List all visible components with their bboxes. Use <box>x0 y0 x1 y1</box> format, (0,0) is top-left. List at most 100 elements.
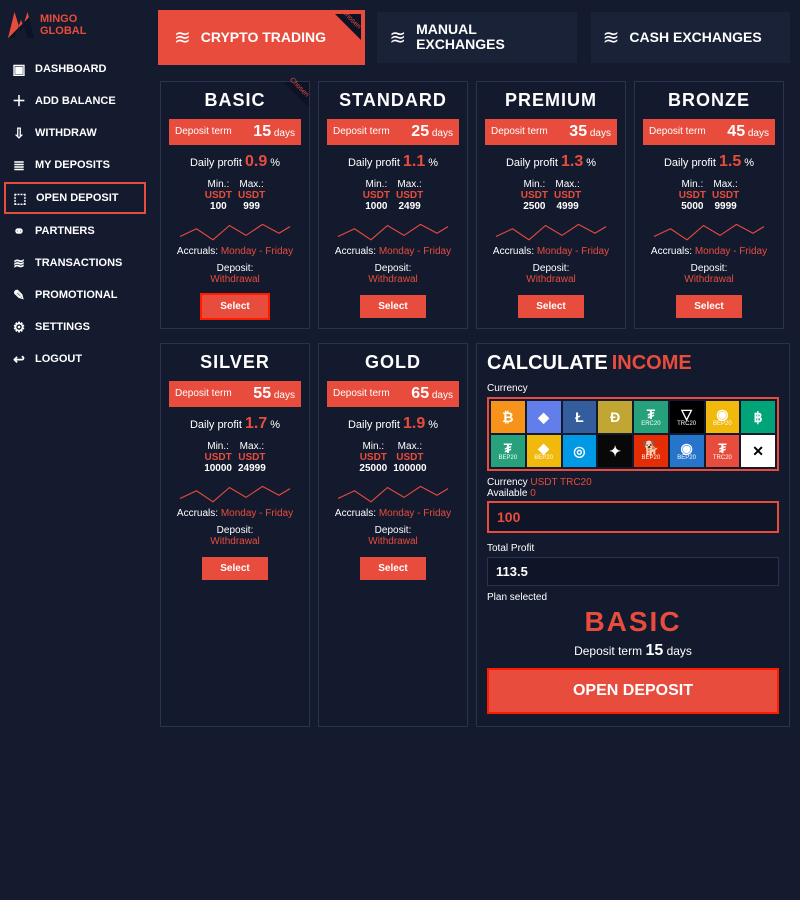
select-plan-button[interactable]: Select <box>518 295 583 318</box>
calculate-income-panel: CALCULATEINCOME Currency ₿◆ŁÐ₮ERC20▽TRC2… <box>476 343 790 727</box>
plan-name: BASIC <box>169 90 301 111</box>
layers-icon: ≋ <box>603 25 620 50</box>
list-icon: ≣ <box>11 157 27 173</box>
plan-name: GOLD <box>327 352 459 373</box>
accruals-line: Accruals: Monday - Friday <box>169 246 301 257</box>
gear-icon: ⚙ <box>11 319 27 335</box>
plan-card-bronze: BRONZEDeposit term45 daysDaily profit 1.… <box>634 81 784 329</box>
sidebar-item-partners[interactable]: ⚭ PARTNERS <box>4 216 146 246</box>
amount-input[interactable] <box>487 501 779 533</box>
currency-icon: ₮ <box>718 441 727 455</box>
deposit-line: Deposit:Withdrawal <box>327 263 459 285</box>
currency-option[interactable]: ฿ <box>741 401 775 433</box>
select-plan-button[interactable]: Select <box>360 295 425 318</box>
currency-network-label: TRC20 <box>713 455 732 461</box>
sidebar-item-my-deposits[interactable]: ≣ MY DEPOSITS <box>4 150 146 180</box>
brand-mark-icon <box>8 12 34 38</box>
stack-icon: ≋ <box>11 255 27 271</box>
min-max-row: Min.:USDT2500Max.:USDT4999 <box>485 179 617 212</box>
sidebar-item-open-deposit[interactable]: ⬚ OPEN DEPOSIT <box>4 182 146 214</box>
deposit-term-line: Deposit term 15 days <box>487 642 779 660</box>
select-plan-button[interactable]: Select <box>202 295 267 318</box>
plan-card-basic: BASIC Deposit term15 days Daily profit 0.9… <box>160 81 310 329</box>
currency-option[interactable]: ₿ <box>491 401 525 433</box>
total-profit-label: Total Profit <box>487 543 779 554</box>
sidebar-item-label: PROMOTIONAL <box>35 289 118 301</box>
sparkline-icon <box>169 482 301 504</box>
currency-option[interactable]: ▽TRC20 <box>670 401 704 433</box>
currency-selected-line: Currency USDT TRC20 <box>487 477 779 488</box>
deposit-line: Deposit:Withdrawal <box>169 525 301 547</box>
tab-label: CASH EXCHANGES <box>629 30 761 45</box>
plans-row-1: BASIC Deposit term15 days Daily profit 0.9… <box>160 81 790 329</box>
layers-icon: ≋ <box>389 25 406 50</box>
currency-icon: ◎ <box>573 444 585 458</box>
select-plan-button[interactable]: Select <box>202 557 267 580</box>
currency-option[interactable]: ◆BEP20 <box>527 435 561 467</box>
currency-option[interactable]: 🐕BEP20 <box>634 435 668 467</box>
currency-option[interactable]: ◉BEP20 <box>706 401 740 433</box>
main-content: ≋ CRYPTO TRADING ≋ MANUAL EXCHANGES ≋ CA… <box>150 0 800 900</box>
open-deposit-button[interactable]: OPEN DEPOSIT <box>487 668 779 714</box>
currency-icon: ✦ <box>609 444 621 458</box>
plan-selected-label: Plan selected <box>487 592 779 603</box>
currency-label: Currency <box>487 383 779 394</box>
sparkline-icon <box>327 482 459 504</box>
withdraw-icon: ⇩ <box>11 125 27 141</box>
currency-icon: ₮ <box>647 407 656 421</box>
sidebar-item-logout[interactable]: ↩ LOGOUT <box>4 344 146 374</box>
sidebar-item-label: ADD BALANCE <box>35 95 116 107</box>
plan-name: STANDARD <box>327 90 459 111</box>
tab-crypto-trading[interactable]: ≋ CRYPTO TRADING <box>160 12 363 63</box>
tab-manual-exchanges[interactable]: ≋ MANUAL EXCHANGES <box>377 12 576 63</box>
currency-option[interactable]: Ł <box>563 401 597 433</box>
daily-profit: Daily profit 1.1 % <box>327 153 459 171</box>
deposit-term-row: Deposit term15 days <box>169 119 301 145</box>
sidebar-item-label: DASHBOARD <box>35 63 107 75</box>
currency-icon: ₮ <box>504 441 513 455</box>
currency-option[interactable]: ₮ERC20 <box>634 401 668 433</box>
currency-icon: ▽ <box>681 407 692 421</box>
select-plan-button[interactable]: Select <box>360 557 425 580</box>
sidebar-item-label: OPEN DEPOSIT <box>36 192 119 204</box>
tab-label: MANUAL EXCHANGES <box>416 22 565 53</box>
currency-option[interactable]: ₮TRC20 <box>706 435 740 467</box>
deposit-term-row: Deposit term65 days <box>327 381 459 407</box>
currency-option[interactable]: Ð <box>598 401 632 433</box>
plan-name: BRONZE <box>643 90 775 111</box>
megaphone-icon: ✎ <box>11 287 27 303</box>
daily-profit: Daily profit 0.9 % <box>169 153 301 171</box>
currency-option[interactable]: ◆ <box>527 401 561 433</box>
currency-option[interactable]: ◉BEP20 <box>670 435 704 467</box>
currency-icon: Ł <box>575 410 584 424</box>
plan-name: PREMIUM <box>485 90 617 111</box>
plan-card-gold: GOLDDeposit term65 daysDaily profit 1.9 … <box>318 343 468 727</box>
sidebar-item-settings[interactable]: ⚙ SETTINGS <box>4 312 146 342</box>
sidebar-item-promotional[interactable]: ✎ PROMOTIONAL <box>4 280 146 310</box>
accruals-line: Accruals: Monday - Friday <box>327 246 459 257</box>
accruals-line: Accruals: Monday - Friday <box>643 246 775 257</box>
sidebar-item-dashboard[interactable]: ▣ DASHBOARD <box>4 54 146 84</box>
currency-option[interactable]: ✕ <box>741 435 775 467</box>
currency-option[interactable]: ✦ <box>598 435 632 467</box>
currency-icon: ◉ <box>716 407 728 421</box>
min-max-row: Min.:USDT100Max.:USDT999 <box>169 179 301 212</box>
daily-profit: Daily profit 1.7 % <box>169 415 301 433</box>
brand-logo: MINGO GLOBAL <box>4 8 146 52</box>
deposit-term-row: Deposit term55 days <box>169 381 301 407</box>
sparkline-icon <box>485 220 617 242</box>
deposit-term-row: Deposit term45 days <box>643 119 775 145</box>
sidebar-item-transactions[interactable]: ≋ TRANSACTIONS <box>4 248 146 278</box>
currency-option[interactable]: ₮BEP20 <box>491 435 525 467</box>
plan-card-standard: STANDARDDeposit term25 daysDaily profit … <box>318 81 468 329</box>
tab-cash-exchanges[interactable]: ≋ CASH EXCHANGES <box>591 12 790 63</box>
sidebar-item-add-balance[interactable]: ＋ ADD BALANCE <box>4 86 146 116</box>
logout-icon: ↩ <box>11 351 27 367</box>
sidebar-item-withdraw[interactable]: ⇩ WITHDRAW <box>4 118 146 148</box>
plans-row-2: SILVERDeposit term55 daysDaily profit 1.… <box>160 343 790 727</box>
sidebar-item-label: TRANSACTIONS <box>35 257 122 269</box>
currency-option[interactable]: ◎ <box>563 435 597 467</box>
sidebar: MINGO GLOBAL ▣ DASHBOARD ＋ ADD BALANCE ⇩… <box>0 0 150 900</box>
select-plan-button[interactable]: Select <box>676 295 741 318</box>
currency-icon: ₿ <box>502 410 513 424</box>
